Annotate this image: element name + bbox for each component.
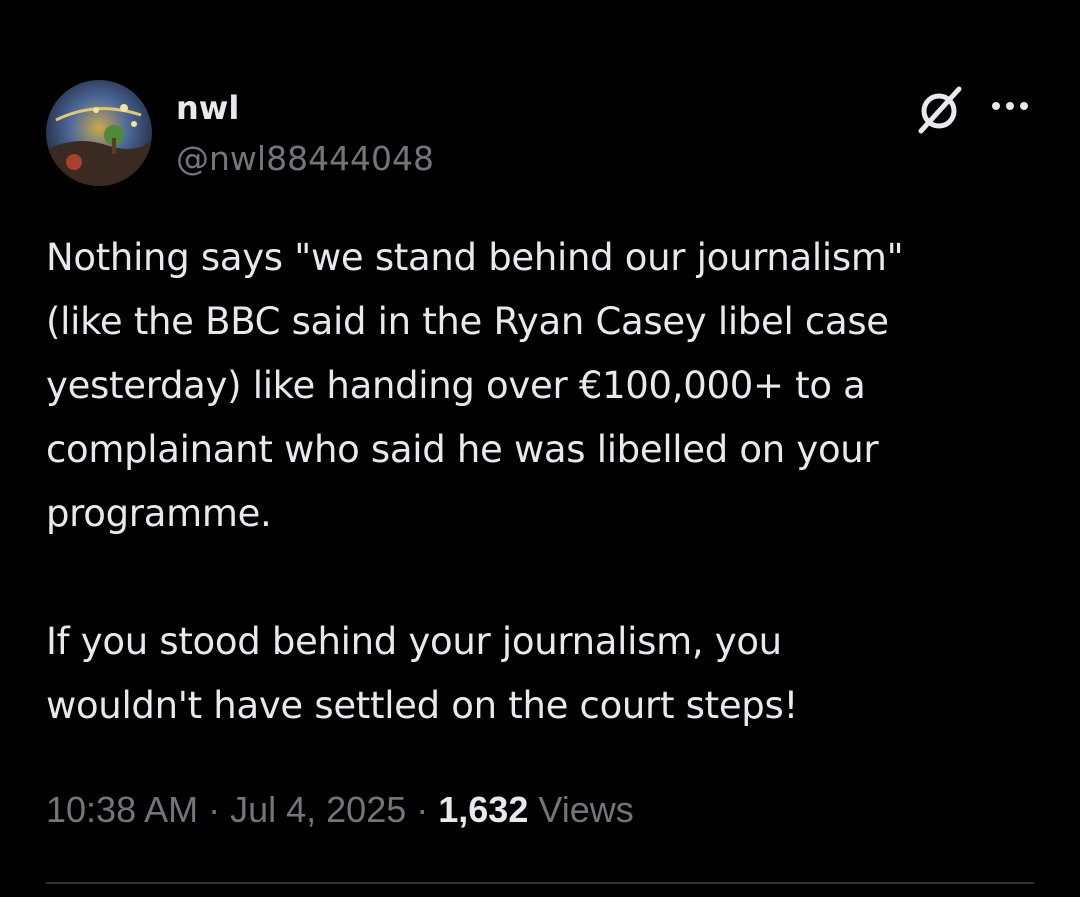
avatar[interactable] — [46, 80, 152, 186]
meta-separator: · — [406, 789, 439, 830]
views-label: Views — [528, 789, 634, 830]
user-handle[interactable]: @nwl88444048 — [176, 138, 434, 180]
tweet-date[interactable]: Jul 4, 2025 — [230, 789, 406, 830]
avatar-image — [46, 80, 152, 186]
tweet-detail: nwl @nwl88444048 Nothing says "we stand … — [0, 0, 1080, 897]
divider — [46, 882, 1034, 884]
tweet-meta: 10:38 AM · Jul 4, 2025 · 1,632 Views — [46, 786, 634, 834]
tweet-text: Nothing says "we stand behind our journa… — [46, 236, 904, 727]
more-options-icon[interactable] — [988, 92, 1032, 120]
views-count[interactable]: 1,632 — [438, 789, 528, 830]
meta-separator: · — [198, 789, 231, 830]
display-name[interactable]: nwl — [176, 88, 239, 128]
grok-icon[interactable] — [915, 83, 967, 135]
tweet-time[interactable]: 10:38 AM — [46, 789, 198, 830]
